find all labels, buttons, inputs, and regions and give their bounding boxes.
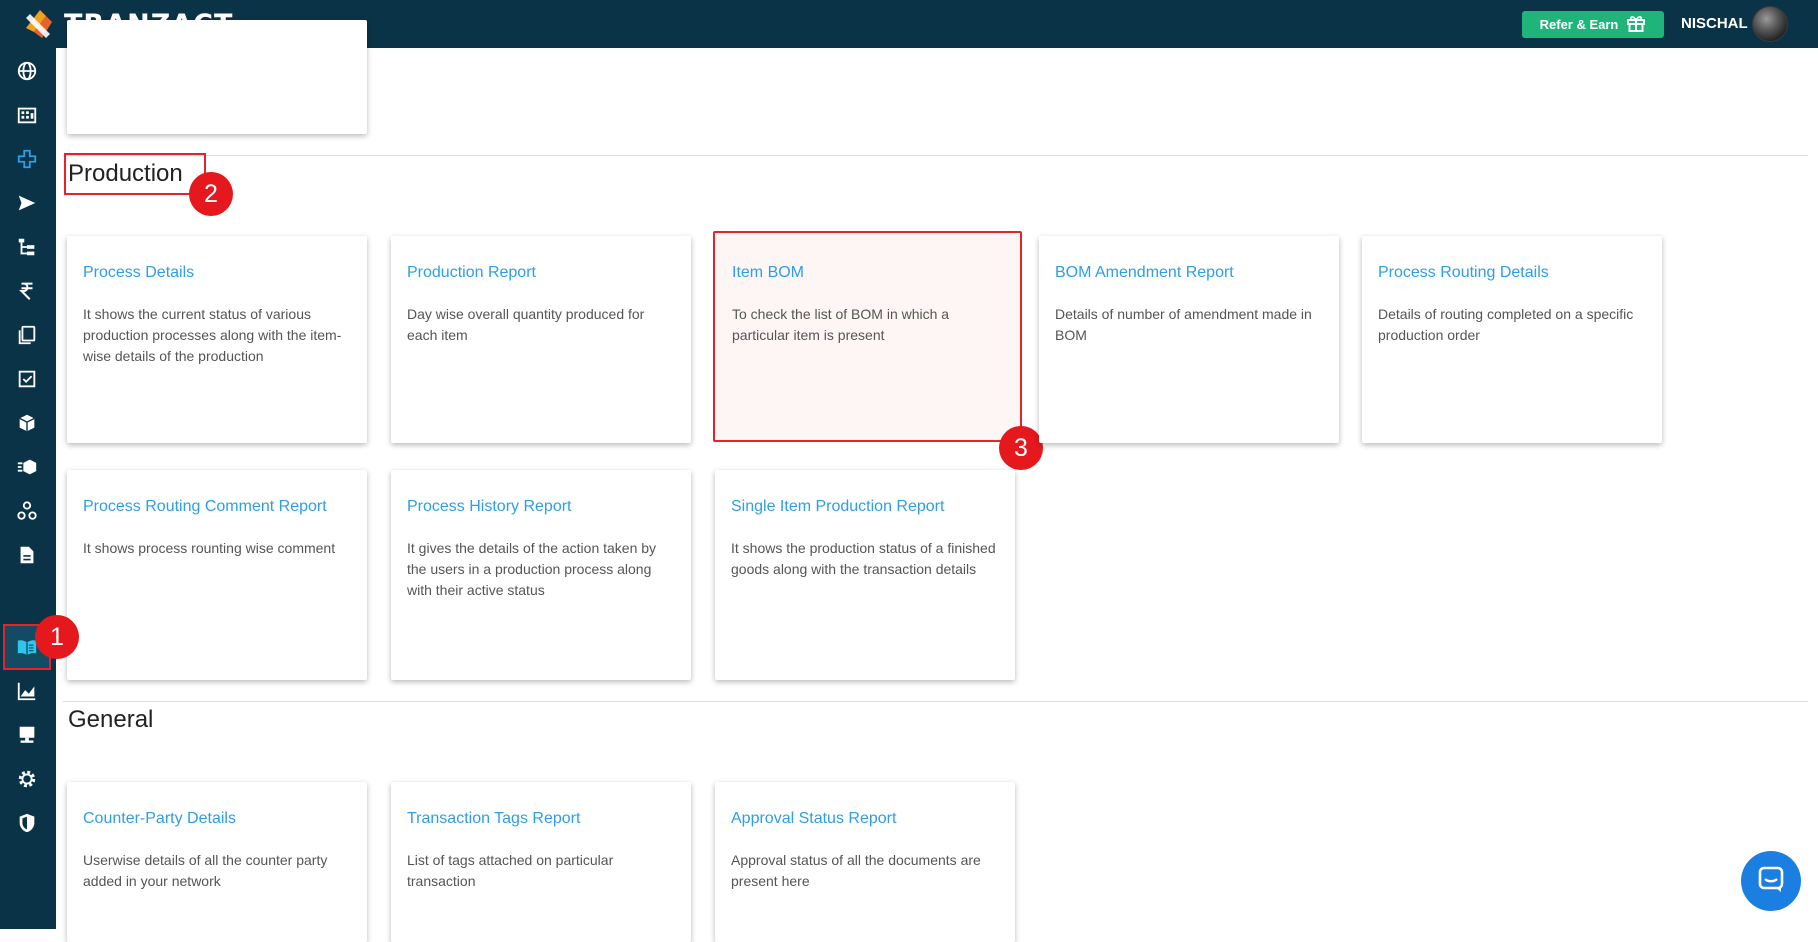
partial-card[interactable] <box>67 20 367 134</box>
chat-icon <box>1756 864 1786 899</box>
section-title-general: General <box>68 706 154 733</box>
card-description: Approval status of all the documents are… <box>731 852 981 889</box>
card-description: It shows process rounting wise comment <box>83 540 336 556</box>
avatar[interactable] <box>1752 6 1788 42</box>
card-description: Userwise details of all the counter part… <box>83 852 328 889</box>
card-title[interactable]: BOM Amendment Report <box>1055 264 1323 282</box>
card-description: It shows the production status of a fini… <box>731 540 996 577</box>
card-title[interactable]: Single Item Production Report <box>731 498 999 516</box>
card-title[interactable]: Approval Status Report <box>731 810 999 828</box>
report-card[interactable]: Process Routing Details Details of routi… <box>1362 236 1662 443</box>
documents-icon[interactable] <box>14 322 40 348</box>
report-card[interactable]: Production Report Day wise overall quant… <box>391 236 691 443</box>
report-card[interactable]: Single Item Production Report It shows t… <box>715 470 1015 680</box>
annotation-marker-3: 3 <box>999 426 1043 470</box>
chat-button[interactable] <box>1741 851 1801 911</box>
card-title[interactable]: Process History Report <box>407 498 675 516</box>
gift-icon <box>1626 14 1646 35</box>
annotation-marker-1: 1 <box>35 615 79 659</box>
report-card[interactable]: Process History Report It gives the deta… <box>391 470 691 680</box>
checklist-icon[interactable] <box>14 366 40 392</box>
card-description: It shows the current status of various p… <box>83 306 342 364</box>
card-description: List of tags attached on particular tran… <box>407 852 614 889</box>
network-icon[interactable] <box>14 498 40 524</box>
user-name[interactable]: NISCHAL <box>1681 15 1748 32</box>
card-description: Day wise overall quantity produced for e… <box>407 306 645 343</box>
plus-cross-icon[interactable] <box>14 146 40 172</box>
box-icon[interactable] <box>14 410 40 436</box>
card-title[interactable]: Item BOM <box>732 264 1000 282</box>
gear-icon[interactable] <box>14 766 40 792</box>
refer-earn-label: Refer & Earn <box>1539 17 1619 32</box>
globe-icon[interactable] <box>14 58 40 84</box>
report-card-item-bom[interactable]: Item BOM To check the list of BOM in whi… <box>713 231 1022 442</box>
report-card[interactable]: Counter-Party Details Userwise details o… <box>67 782 367 942</box>
card-title[interactable]: Transaction Tags Report <box>407 810 675 828</box>
card-description: Details of number of amendment made in B… <box>1055 306 1312 343</box>
report-card[interactable]: Process Routing Comment Report It shows … <box>67 470 367 680</box>
report-card[interactable]: Approval Status Report Approval status o… <box>715 782 1015 942</box>
box-list-icon[interactable] <box>14 454 40 480</box>
report-card[interactable]: Transaction Tags Report List of tags att… <box>391 782 691 942</box>
section-divider <box>63 701 1808 702</box>
send-icon[interactable] <box>14 190 40 216</box>
card-title[interactable]: Process Details <box>83 264 351 282</box>
chart-area-icon[interactable] <box>14 678 40 704</box>
report-card[interactable]: Process Details It shows the current sta… <box>67 236 367 443</box>
card-title[interactable]: Production Report <box>407 264 675 282</box>
card-title[interactable]: Process Routing Comment Report <box>83 498 351 516</box>
logo-mark-icon <box>22 6 64 42</box>
monitor-icon[interactable] <box>14 722 40 748</box>
building-icon[interactable] <box>14 102 40 128</box>
card-description: It gives the details of the action taken… <box>407 540 657 598</box>
annotation-box-2 <box>64 153 206 195</box>
card-title[interactable]: Counter-Party Details <box>83 810 351 828</box>
file-icon[interactable] <box>14 542 40 568</box>
card-description: Details of routing completed on a specif… <box>1378 306 1634 343</box>
card-title[interactable]: Process Routing Details <box>1378 264 1646 282</box>
annotation-marker-2: 2 <box>189 172 233 216</box>
rupee-icon[interactable] <box>14 278 40 304</box>
card-description: To check the list of BOM in which a part… <box>732 306 950 343</box>
section-divider <box>63 155 1808 156</box>
report-card[interactable]: BOM Amendment Report Details of number o… <box>1039 236 1339 443</box>
hierarchy-icon[interactable] <box>14 234 40 260</box>
shield-icon[interactable] <box>14 810 40 836</box>
sidebar <box>0 48 56 929</box>
refer-earn-button[interactable]: Refer & Earn <box>1522 11 1664 38</box>
